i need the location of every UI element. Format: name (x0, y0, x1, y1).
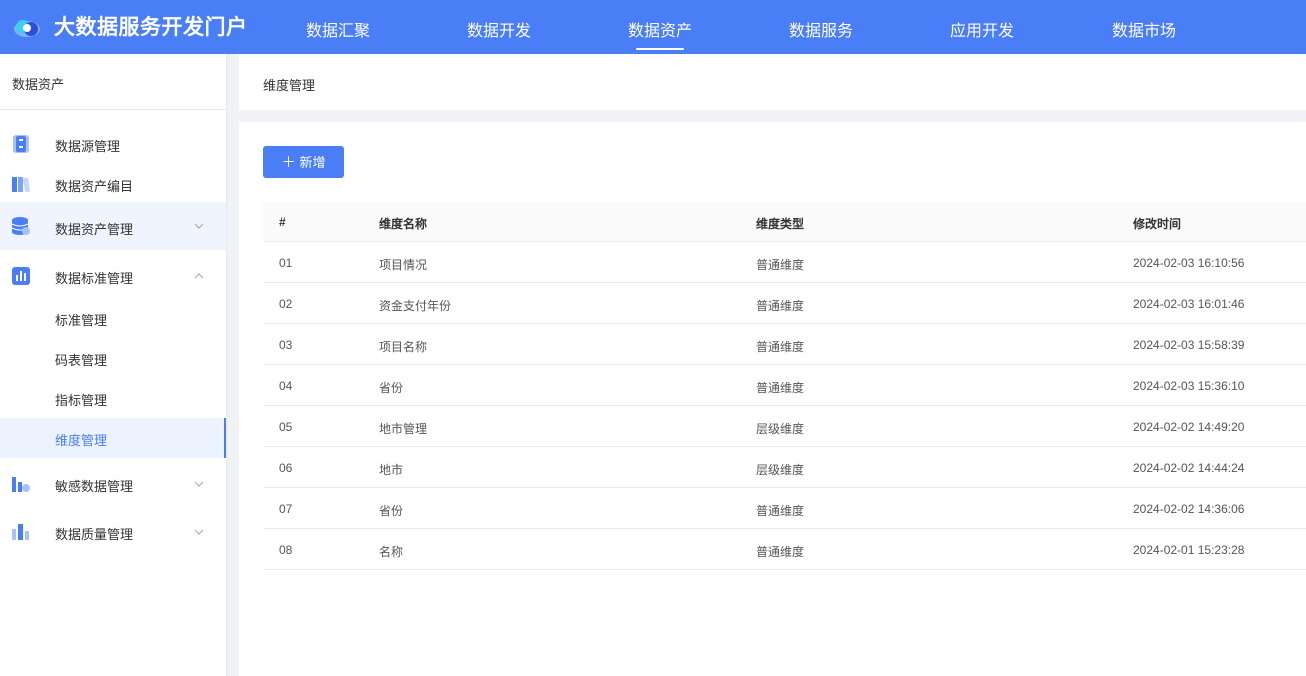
table-row[interactable]: 01 项目情况 普通维度 2024-02-03 16:10:56 (263, 242, 1306, 283)
table-row[interactable]: 03 项目名称 普通维度 2024-02-03 15:58:39 (263, 324, 1306, 365)
chevron-down-icon (194, 481, 204, 487)
sidebar-subitem-dimensions[interactable]: 维度管理 (0, 418, 226, 458)
sidebar-item-label: 数据标准管理 (55, 271, 134, 286)
sidebar-item-label: 数据资产管理 (55, 222, 134, 237)
sidebar-item-standard-management[interactable]: 数据标准管理 (0, 256, 226, 296)
database-stack-icon (11, 217, 30, 235)
catalog-books-icon (12, 177, 31, 193)
row-name: 省份 (379, 504, 404, 518)
nav-data-services[interactable]: 数据服务 (789, 17, 853, 41)
sidebar-item-label: 数据质量管理 (55, 527, 134, 542)
row-type: 层级维度 (756, 463, 805, 477)
row-modified: 2024-02-02 14:36:06 (1133, 502, 1245, 516)
row-type: 层级维度 (756, 422, 805, 436)
nav-data-development[interactable]: 数据开发 (467, 17, 531, 41)
sidebar-item-label: 维度管理 (55, 433, 108, 448)
column-header-type: 维度类型 (756, 217, 805, 231)
table-row[interactable]: 07 省份 普通维度 2024-02-02 14:36:06 (263, 488, 1306, 529)
bar-chart-icon (12, 267, 30, 285)
row-index: 01 (279, 256, 293, 270)
column-header-modified: 修改时间 (1133, 217, 1182, 231)
row-modified: 2024-02-01 15:23:28 (1133, 543, 1245, 557)
table-row[interactable]: 04 省份 普通维度 2024-02-03 15:36:10 (263, 365, 1306, 406)
sidebar-subitem-standards[interactable]: 标准管理 (0, 298, 226, 338)
sensitive-data-icon (12, 477, 30, 492)
row-modified: 2024-02-03 15:36:10 (1133, 379, 1245, 393)
chevron-down-icon (194, 223, 204, 229)
row-index: 08 (279, 543, 293, 557)
chevron-up-icon (194, 273, 204, 279)
row-modified: 2024-02-02 14:49:20 (1133, 420, 1245, 434)
row-type: 普通维度 (756, 504, 805, 518)
chevron-down-icon (194, 529, 204, 535)
sidebar-item-asset-management[interactable]: 数据资产管理 (0, 202, 226, 250)
app-title: 大数据服务开发门户 (54, 16, 248, 39)
sidebar-item-sensitive-data[interactable]: 敏感数据管理 (0, 464, 226, 504)
row-name: 省份 (379, 381, 404, 395)
column-header-index: # (279, 215, 286, 229)
row-modified: 2024-02-03 16:01:46 (1133, 297, 1245, 311)
row-index: 02 (279, 297, 293, 311)
sidebar-item-label: 敏感数据管理 (55, 479, 134, 494)
quality-chart-icon (12, 524, 29, 540)
row-modified: 2024-02-03 16:10:56 (1133, 256, 1245, 270)
main-panel: ＋新增 # 维度名称 维度类型 修改时间 01 项目情况 普通维度 2024-0… (239, 122, 1306, 676)
row-name: 名称 (379, 545, 404, 559)
row-type: 普通维度 (756, 258, 805, 272)
nav-app-development[interactable]: 应用开发 (950, 17, 1014, 41)
page-title: 维度管理 (263, 78, 316, 93)
sidebar: 数据资产 数据源管理 数据资产编目 数据资产管理 数据标准管理 标准管理 码表管… (0, 54, 227, 676)
database-source-icon (13, 135, 29, 153)
row-type: 普通维度 (756, 299, 805, 313)
row-name: 地市 (379, 463, 404, 477)
sidebar-item-catalog[interactable]: 数据资产编目 (0, 164, 226, 204)
row-modified: 2024-02-03 15:58:39 (1133, 338, 1245, 352)
nav-data-market[interactable]: 数据市场 (1112, 17, 1176, 41)
row-index: 04 (279, 379, 293, 393)
table-row[interactable]: 05 地市管理 层级维度 2024-02-02 14:49:20 (263, 406, 1306, 447)
add-button[interactable]: ＋新增 (263, 146, 344, 178)
row-type: 普通维度 (756, 340, 805, 354)
sidebar-subitem-code-tables[interactable]: 码表管理 (0, 338, 226, 378)
sidebar-title: 数据资产 (0, 54, 226, 110)
dimension-table: # 维度名称 维度类型 修改时间 01 项目情况 普通维度 2024-02-03… (263, 202, 1306, 570)
cloud-logo-icon (14, 20, 40, 37)
sidebar-item-label: 指标管理 (55, 393, 108, 408)
nav-data-assets[interactable]: 数据资产 (628, 17, 692, 50)
row-index: 06 (279, 461, 293, 475)
row-name: 地市管理 (379, 422, 428, 436)
column-header-name: 维度名称 (379, 217, 428, 231)
row-type: 普通维度 (756, 381, 805, 395)
nav-data-aggregation[interactable]: 数据汇聚 (306, 17, 370, 41)
row-index: 05 (279, 420, 293, 434)
breadcrumb-panel: 维度管理 (239, 54, 1306, 110)
table-row[interactable]: 06 地市 层级维度 2024-02-02 14:44:24 (263, 447, 1306, 488)
table-row[interactable]: 02 资金支付年份 普通维度 2024-02-03 16:01:46 (263, 283, 1306, 324)
row-name: 项目名称 (379, 340, 428, 354)
row-type: 普通维度 (756, 545, 805, 559)
row-name: 资金支付年份 (379, 299, 452, 313)
sidebar-subitem-metrics[interactable]: 指标管理 (0, 378, 226, 418)
row-index: 07 (279, 502, 293, 516)
row-name: 项目情况 (379, 258, 428, 272)
sidebar-item-label: 数据资产编目 (55, 179, 134, 194)
table-row[interactable]: 08 名称 普通维度 2024-02-01 15:23:28 (263, 529, 1306, 570)
add-button-label: 新增 (299, 155, 326, 170)
row-index: 03 (279, 338, 293, 352)
sidebar-item-label: 数据源管理 (55, 139, 121, 154)
sidebar-item-label: 标准管理 (55, 313, 108, 328)
row-modified: 2024-02-02 14:44:24 (1133, 461, 1245, 475)
sidebar-item-quality[interactable]: 数据质量管理 (0, 512, 226, 552)
top-header: 大数据服务开发门户 数据汇聚 数据开发 数据资产 数据服务 应用开发 数据市场 (0, 0, 1306, 54)
sidebar-item-datasource[interactable]: 数据源管理 (0, 124, 226, 164)
sidebar-item-label: 码表管理 (55, 353, 108, 368)
table-header: # 维度名称 维度类型 修改时间 (263, 202, 1306, 242)
plus-icon: ＋ (281, 154, 296, 170)
